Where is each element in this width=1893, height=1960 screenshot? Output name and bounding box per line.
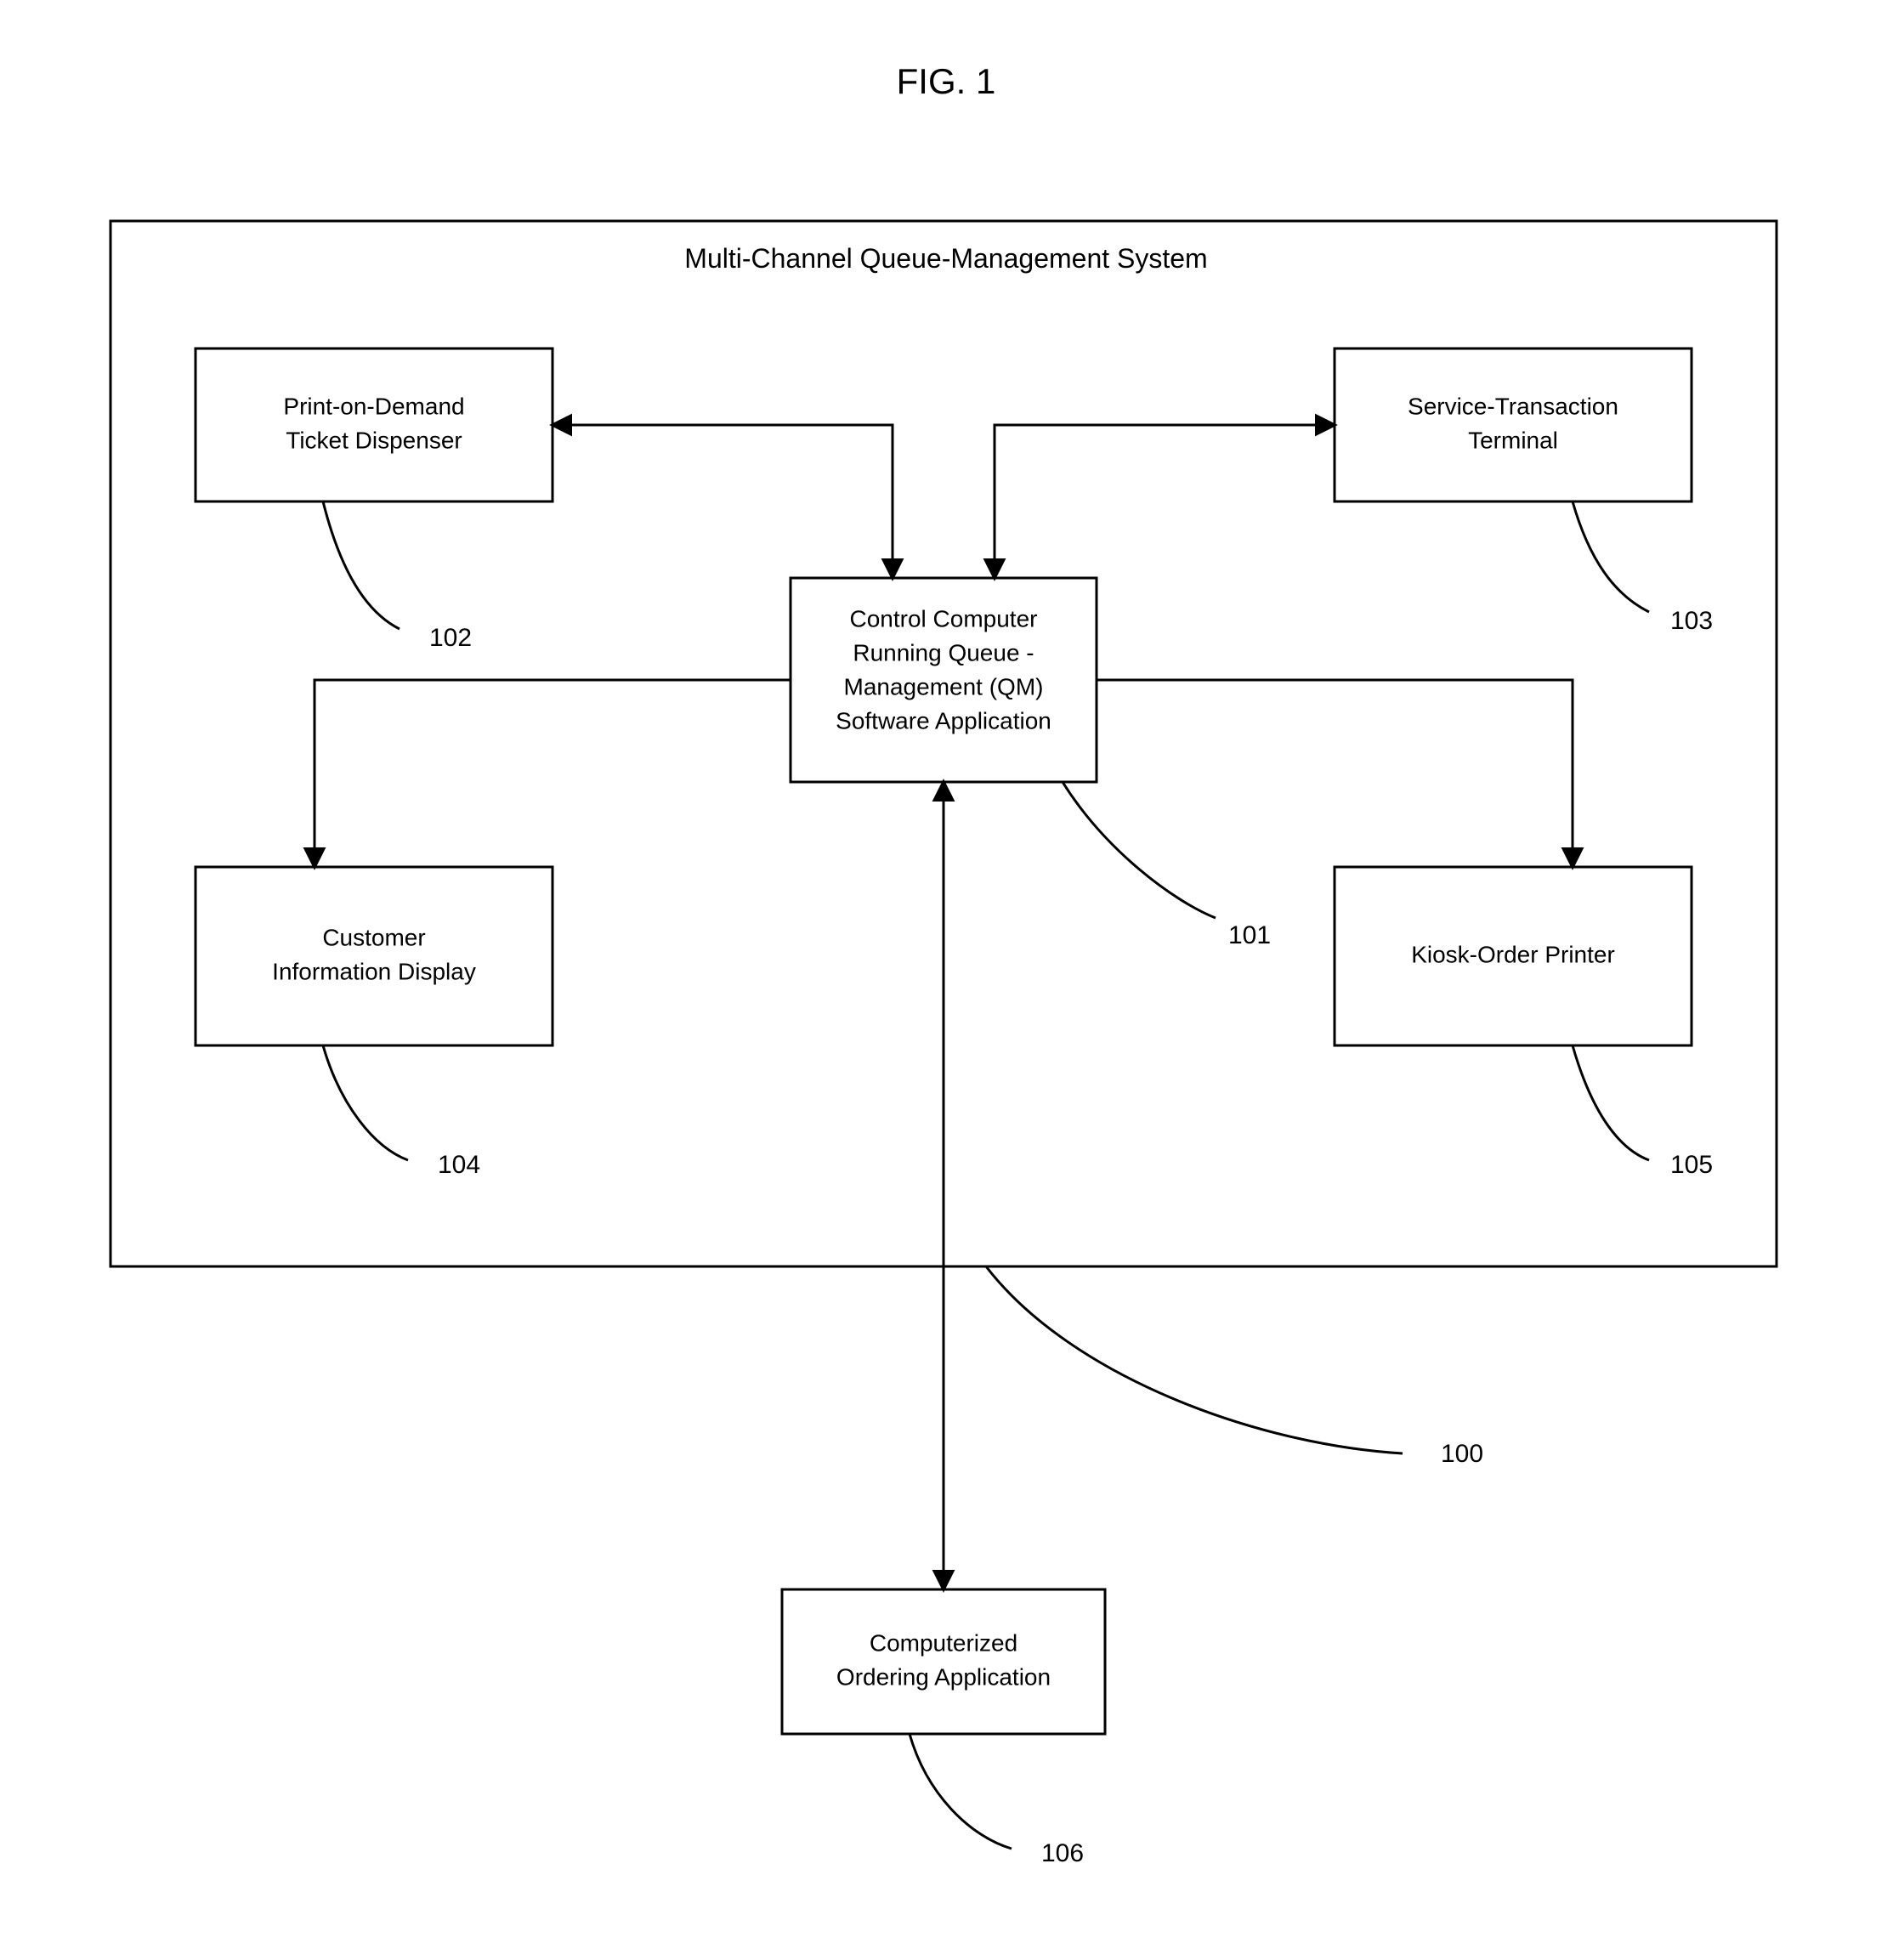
box-control-line3: Management (QM)	[844, 673, 1044, 700]
box-control-line2: Running Queue -	[853, 639, 1034, 666]
box-display-line2: Information Display	[272, 958, 476, 984]
leader-105	[1573, 1045, 1649, 1160]
figure-label: FIG. 1	[897, 61, 996, 101]
leader-104	[323, 1045, 408, 1160]
ref-100: 100	[1441, 1440, 1483, 1468]
box-display-line1: Customer	[322, 924, 425, 950]
connector-control-terminal	[995, 425, 1335, 578]
connector-control-dispenser	[553, 425, 893, 578]
connector-control-printer	[1097, 680, 1573, 867]
ref-102: 102	[429, 624, 472, 652]
leader-102	[323, 501, 400, 629]
ref-104: 104	[438, 1151, 480, 1179]
box-display: Customer Information Display	[196, 867, 553, 1045]
box-control-line1: Control Computer	[850, 605, 1038, 632]
box-ordering-line2: Ordering Application	[836, 1663, 1051, 1690]
box-terminal: Service-Transaction Terminal	[1335, 348, 1692, 501]
box-printer: Kiosk-Order Printer	[1335, 867, 1692, 1045]
box-ordering-line1: Computerized	[870, 1629, 1017, 1656]
box-terminal-line2: Terminal	[1468, 427, 1558, 453]
leader-100	[986, 1266, 1403, 1453]
box-printer-line1: Kiosk-Order Printer	[1411, 941, 1615, 967]
leader-106	[910, 1734, 1012, 1849]
system-title: Multi-Channel Queue-Management System	[684, 243, 1207, 274]
box-ordering: Computerized Ordering Application	[782, 1589, 1105, 1734]
ref-106: 106	[1041, 1839, 1084, 1867]
box-dispenser-line2: Ticket Dispenser	[286, 427, 462, 453]
diagram-canvas: FIG. 1 Multi-Channel Queue-Management Sy…	[0, 0, 1893, 1960]
connector-control-display	[315, 680, 791, 867]
leader-103	[1573, 501, 1649, 612]
ref-105: 105	[1670, 1151, 1713, 1179]
box-control: Control Computer Running Queue - Managem…	[791, 578, 1097, 782]
ref-103: 103	[1670, 607, 1713, 635]
box-dispenser-line1: Print-on-Demand	[283, 393, 464, 419]
box-terminal-line1: Service-Transaction	[1408, 393, 1618, 419]
leader-101	[1063, 782, 1216, 918]
ref-101: 101	[1228, 921, 1271, 949]
box-dispenser: Print-on-Demand Ticket Dispenser	[196, 348, 553, 501]
box-control-line4: Software Application	[836, 707, 1051, 734]
